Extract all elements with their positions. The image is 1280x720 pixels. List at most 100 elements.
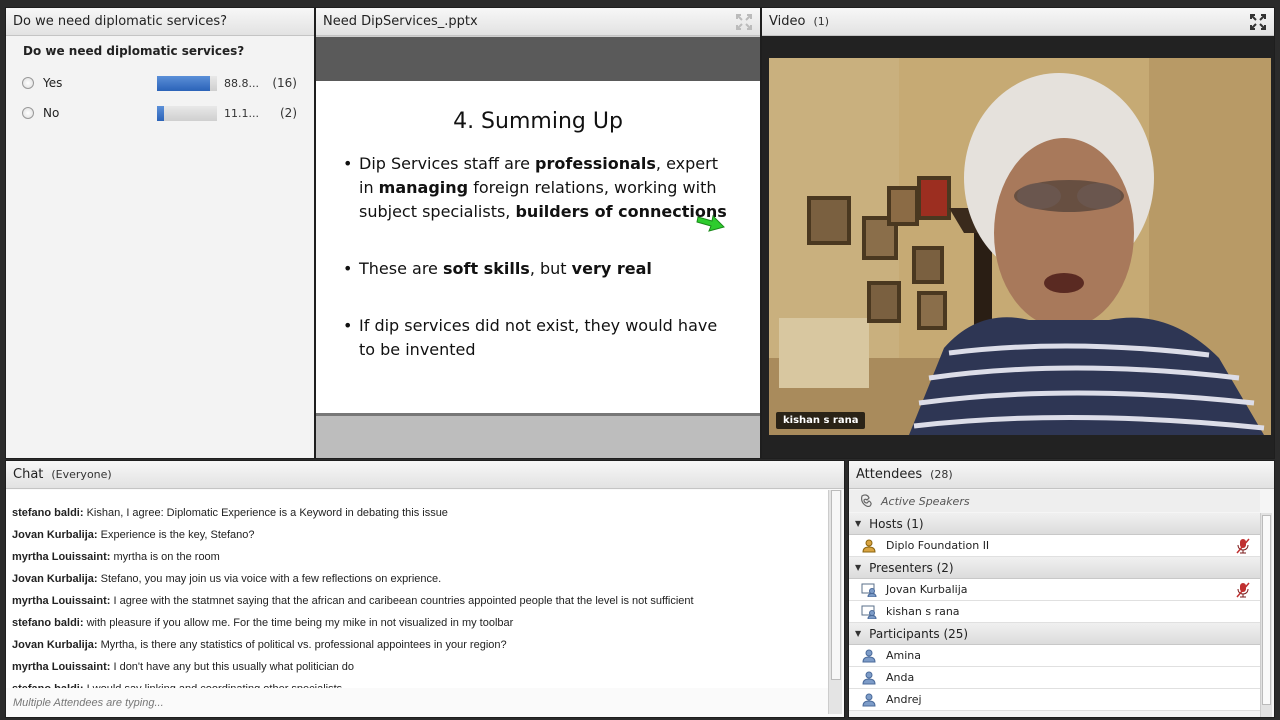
attendee-row[interactable]: Anda (849, 667, 1262, 689)
poll-count: (16) (272, 76, 297, 90)
chat-message: Jovan Kurbalija: Stefano, you may join u… (12, 568, 824, 590)
slide-bullet: Dip Services staff are professionals, ex… (343, 152, 730, 224)
video-count: (1) (813, 15, 830, 28)
participant-icon (861, 692, 877, 708)
slide-area: 4. Summing Up Dip Services staff are pro… (316, 37, 760, 458)
host-icon (861, 538, 877, 554)
poll-radio-yes[interactable] (22, 77, 34, 89)
chat-sender: Jovan Kurbalija: (12, 573, 98, 585)
slide-bullet-text: These are (359, 259, 443, 278)
attendee-row[interactable]: Andrej (849, 689, 1262, 711)
slide: 4. Summing Up Dip Services staff are pro… (316, 81, 760, 416)
share-title: Need DipServices_.pptx (323, 14, 478, 29)
chat-message: myrtha Louissaint: myrtha is on the room (12, 546, 824, 568)
attendee-row[interactable]: kishan s rana (849, 601, 1262, 623)
poll-percent: 11.1... (224, 106, 259, 120)
presenter-icon (861, 582, 877, 598)
chat-message: stefano baldi: Kishan, I agree: Diplomat… (12, 502, 824, 524)
chat-sender: myrtha Louissaint: (12, 551, 111, 563)
chat-scrollbar[interactable] (828, 490, 842, 714)
poll-pod: Do we need diplomatic services? Do we ne… (5, 7, 315, 459)
chat-text: I would say linking and coordinating oth… (84, 683, 343, 688)
attendee-name: Andrej (886, 693, 922, 706)
attendees-scrollbar[interactable] (1260, 513, 1272, 717)
attendees-title: Attendees (856, 467, 923, 482)
attendee-list: ▼ Hosts (1) Diplo Foundation II ▼ Presenters… (849, 513, 1262, 711)
poll-result-fill (157, 75, 211, 91)
attendee-name: Amina (886, 649, 922, 662)
chat-text: Myrtha, is there any statistics of polit… (97, 639, 507, 651)
slide-bullet-text: , but (529, 259, 572, 278)
chat-sender: stefano baldi: (12, 617, 84, 629)
pointer-arrow-icon (696, 214, 725, 232)
chat-message: stefano baldi: I would say linking and c… (12, 678, 824, 688)
attendee-name: Diplo Foundation II (886, 539, 990, 552)
poll-radio-no[interactable] (22, 107, 34, 119)
microphone-muted-icon[interactable] (1236, 538, 1250, 557)
chat-message: Jovan Kurbalija: Experience is the key, … (12, 524, 824, 546)
group-hosts[interactable]: ▼ Hosts (1) (849, 513, 1262, 535)
active-speakers[interactable]: Active Speakers (849, 490, 1260, 512)
speaker-phone-icon (861, 494, 872, 508)
fullscreen-icon[interactable] (735, 13, 753, 31)
attendee-name: kishan s rana (886, 605, 960, 618)
poll-option-yes[interactable]: Yes 88.8... (16) (6, 68, 314, 98)
active-speakers-label: Active Speakers (881, 494, 970, 508)
chat-text: with pleasure if you allow me. For the t… (83, 617, 514, 629)
chat-sender: Jovan Kurbalija: (12, 529, 98, 541)
chat-scope[interactable]: (Everyone) (51, 468, 111, 481)
attendee-row[interactable]: Jovan Kurbalija (849, 579, 1262, 601)
speaker-name-tag: kishan s rana (776, 412, 866, 429)
webcam-image (769, 58, 1271, 435)
group-participants[interactable]: ▼ Participants (25) (849, 623, 1262, 645)
chat-text: I don't have any but this usually what p… (110, 661, 355, 673)
poll-percent: 88.8... (224, 76, 259, 90)
chat-sender: Jovan Kurbalija: (12, 639, 98, 651)
group-presenters[interactable]: ▼ Presenters (2) (849, 557, 1262, 579)
attendee-row[interactable]: Amina (849, 645, 1262, 667)
chat-text: myrtha is on the room (110, 551, 220, 563)
attendee-name: Anda (886, 671, 915, 684)
attendee-name: Jovan Kurbalija (886, 583, 968, 596)
slide-bullet-text: Dip Services staff are (359, 154, 536, 173)
video-pod: Video (1) kishan s rana (761, 7, 1275, 459)
fullscreen-icon[interactable] (1249, 13, 1267, 31)
video-feed[interactable]: kishan s rana (769, 58, 1271, 435)
chat-message: Jovan Kurbalija: Myrtha, is there any st… (12, 634, 824, 656)
video-title: Video (769, 14, 806, 29)
chat-message: myrtha Louissaint: I don't have any but … (12, 656, 824, 678)
poll-option-label: No (43, 106, 60, 120)
chat-message: myrtha Louissaint: I agree with the stat… (12, 590, 824, 612)
group-label: Presenters (2) (869, 560, 954, 575)
presenter-icon (861, 604, 877, 620)
participant-icon (861, 648, 877, 664)
video-header: Video (1) (762, 8, 1274, 36)
collapse-triangle-icon[interactable]: ▼ (855, 519, 861, 528)
share-header: Need DipServices_.pptx (316, 8, 760, 36)
attendees-header: Attendees (28) (849, 461, 1274, 489)
chat-text: Experience is the key, Stefano? (97, 529, 255, 541)
attendees-scroll-thumb[interactable] (1262, 515, 1271, 705)
chat-text: Stefano, you may join us via voice with … (97, 573, 442, 585)
microphone-muted-icon[interactable] (1236, 582, 1250, 601)
chat-pod: Chat (Everyone) stefano baldi: Kishan, I… (5, 460, 845, 718)
collapse-triangle-icon[interactable]: ▼ (855, 563, 861, 572)
poll-option-label: Yes (43, 76, 63, 90)
attendees-pod: Attendees (28) Active Speakers ▼ Hosts (1… (848, 460, 1275, 718)
chat-scroll-thumb[interactable] (831, 490, 841, 680)
poll-option-no[interactable]: No 11.1... (2) (6, 98, 314, 128)
attendee-row[interactable]: Diplo Foundation II (849, 535, 1262, 557)
attendees-count: (28) (930, 468, 953, 481)
poll-result-fill (157, 105, 164, 121)
poll-title: Do we need diplomatic services? (13, 14, 228, 29)
chat-sender: stefano baldi: (12, 507, 84, 519)
slide-bullet-text: managing (378, 178, 469, 197)
poll-body: Do we need diplomatic services? Yes 88.8… (6, 36, 314, 458)
chat-text: Kishan, I agree: Diplomatic Experience i… (83, 507, 448, 519)
collapse-triangle-icon[interactable]: ▼ (855, 629, 861, 638)
chat-sender: stefano baldi: (12, 683, 84, 688)
slide-bullet-text: If dip services did not exist, they woul… (359, 316, 718, 359)
poll-result-bar (157, 75, 217, 91)
slide-bullet: These are soft skills, but very real (343, 257, 730, 281)
poll-header: Do we need diplomatic services? (6, 8, 314, 36)
